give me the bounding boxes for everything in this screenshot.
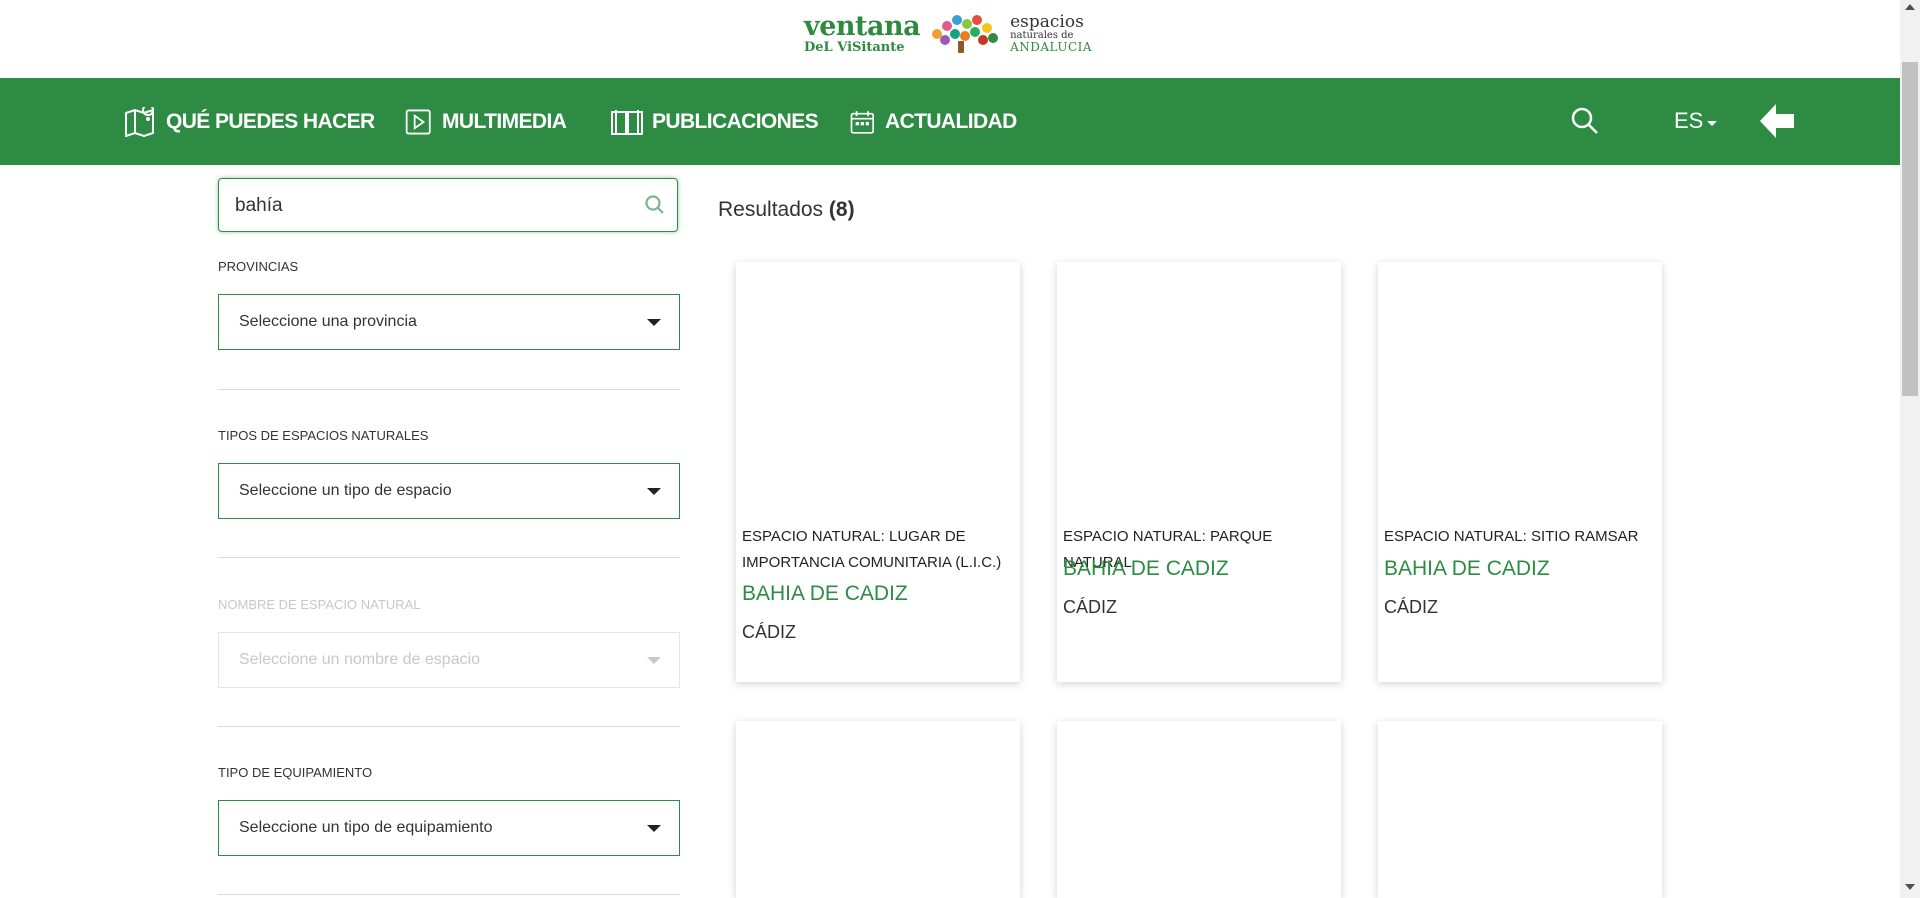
- back-arrow-icon[interactable]: [1756, 100, 1798, 142]
- card-province: CÁDIZ: [742, 622, 796, 642]
- results-count: (8): [828, 198, 855, 221]
- search-input[interactable]: [233, 179, 617, 233]
- provincias-label: PROVINCIAS: [218, 259, 299, 274]
- scroll-up-icon[interactable]: [1905, 4, 1915, 10]
- logo-right1: espacios: [1010, 11, 1084, 32]
- card-province: CÁDIZ: [1063, 597, 1117, 617]
- tipos-label: TIPOS DE ESPACIOS NATURALES: [218, 428, 429, 443]
- card-name[interactable]: BAHIA DE CADIZ: [1384, 557, 1550, 581]
- chevron-down-icon: [647, 657, 661, 664]
- card-name[interactable]: BAHIA DE CADIZ: [742, 582, 908, 606]
- scroll-down-icon[interactable]: [1905, 884, 1915, 890]
- nombre-espacio-select-value: Seleccione un nombre de espacio: [239, 651, 481, 668]
- logo-espacios: espacios naturales de ANDALUCIA: [1010, 11, 1093, 54]
- chevron-down-icon: [1707, 120, 1718, 126]
- chevron-down-icon: [647, 825, 661, 832]
- results-label: Resultados: [718, 198, 824, 221]
- divider: [218, 557, 680, 558]
- play-icon: [405, 109, 431, 134]
- main-nav: QUÉ PUEDES HACER MULTIMEDIA PUBLICACIONE…: [0, 78, 1900, 165]
- map-pin-icon: [125, 106, 155, 137]
- card-province: CÁDIZ: [1384, 597, 1438, 617]
- provincia-select[interactable]: Seleccione una provincia: [218, 294, 680, 350]
- calendar-icon: [850, 110, 874, 134]
- divider: [218, 726, 680, 727]
- result-card[interactable]: ESPACIO NATURAL: SITIO RAMSAR BAHIA DE C…: [1378, 262, 1662, 682]
- nav-publicaciones[interactable]: PUBLICACIONES: [610, 78, 819, 165]
- search-field[interactable]: [218, 178, 678, 233]
- card-type: ESPACIO NATURAL: LUGAR DE IMPORTANCIA CO…: [742, 528, 1002, 571]
- logo-line1: ventana: [804, 10, 921, 42]
- chevron-down-icon: [647, 319, 661, 326]
- nombre-label: NOMBRE DE ESPACIO NATURAL: [218, 597, 421, 612]
- equipamiento-label: TIPO DE EQUIPAMIENTO: [218, 765, 373, 780]
- nav-label: QUÉ PUEDES HACER: [166, 109, 375, 133]
- nav-label: MULTIMEDIA: [442, 109, 567, 133]
- equipamiento-select-value: Seleccione un tipo de equipamiento: [239, 819, 493, 836]
- tipo-espacio-select-value: Seleccione un tipo de espacio: [239, 482, 452, 499]
- search-icon[interactable]: [1570, 106, 1600, 136]
- nav-label: ACTUALIDAD: [885, 109, 1017, 133]
- nav-que-puedes-hacer[interactable]: QUÉ PUEDES HACER: [124, 78, 375, 165]
- results-title: Resultados (8): [718, 198, 855, 222]
- result-card[interactable]: ESPACIO NATURAL: LUGAR DE IMPORTANCIA CO…: [736, 262, 1020, 682]
- logo-line2: DeL ViSitante: [804, 39, 905, 55]
- nav-label: PUBLICACIONES: [652, 109, 819, 133]
- logo-ventana: ventana DeL ViSitante: [804, 10, 921, 55]
- chevron-down-icon: [647, 488, 661, 495]
- nombre-espacio-select: Seleccione un nombre de espacio: [218, 632, 680, 688]
- logo-tree-icon: [930, 13, 1000, 53]
- equipamiento-select[interactable]: Seleccione un tipo de equipamiento: [218, 800, 680, 856]
- provincia-select-value: Seleccione una provincia: [239, 313, 417, 330]
- result-card[interactable]: ESPACIO NATURAL: PARQUE NATURAL BAHIA DE…: [1057, 262, 1341, 682]
- divider: [218, 894, 680, 895]
- site-logo[interactable]: ventana DeL ViSitante espacios naturales…: [804, 12, 1092, 54]
- scroll-thumb[interactable]: [1902, 62, 1918, 396]
- language-label: ES: [1674, 108, 1704, 133]
- card-type: ESPACIO NATURAL: SITIO RAMSAR: [1384, 528, 1639, 545]
- logo-bar: ventana DeL ViSitante espacios naturales…: [0, 0, 1900, 78]
- logo-right2: naturales de: [1010, 29, 1074, 41]
- divider: [218, 389, 680, 390]
- logo-right3: ANDALUCIA: [1010, 39, 1093, 54]
- nav-actualidad[interactable]: ACTUALIDAD: [849, 78, 1017, 165]
- language-selector[interactable]: ES: [1674, 108, 1718, 134]
- result-card[interactable]: [736, 721, 1020, 898]
- result-card[interactable]: [1057, 721, 1341, 898]
- book-icon: [611, 109, 643, 135]
- nav-multimedia[interactable]: MULTIMEDIA: [404, 78, 567, 165]
- tipo-espacio-select[interactable]: Seleccione un tipo de espacio: [218, 463, 680, 519]
- card-name[interactable]: BAHIA DE CADIZ: [1063, 557, 1229, 581]
- search-icon[interactable]: [643, 193, 667, 217]
- result-card[interactable]: [1378, 721, 1662, 898]
